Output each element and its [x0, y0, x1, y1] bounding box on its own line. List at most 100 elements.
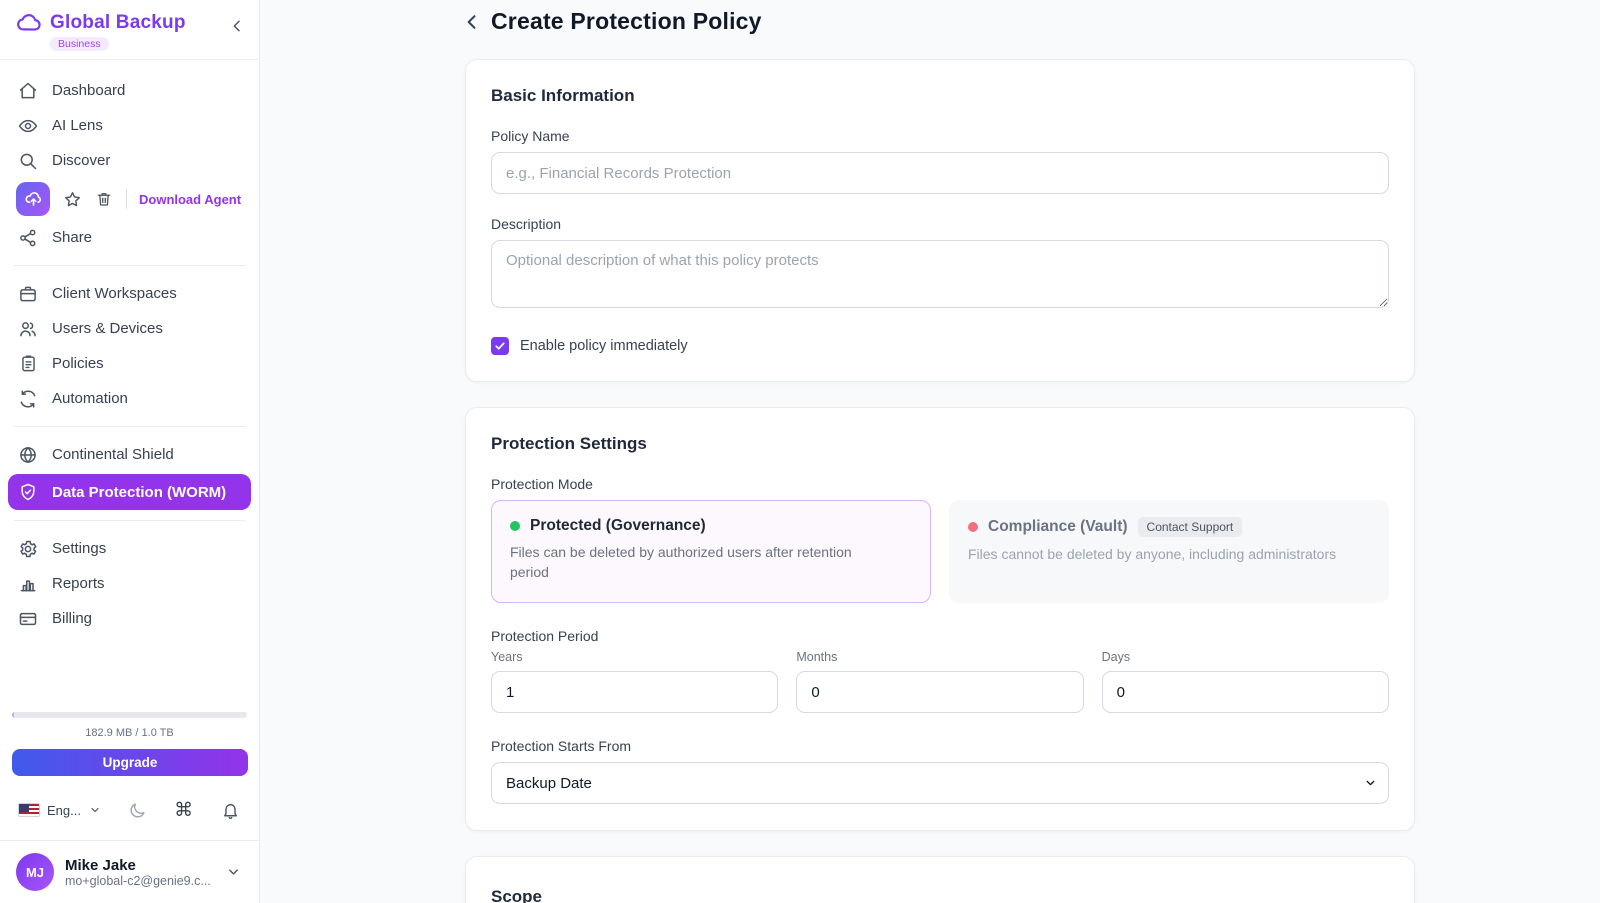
- star-icon[interactable]: [62, 189, 82, 209]
- mode-name: Compliance (Vault): [988, 518, 1128, 536]
- storage-usage-bar: [12, 712, 247, 718]
- utility-row: Eng... ⌘: [0, 794, 259, 826]
- storage-usage-text: 182.9 MB / 1.0 TB: [0, 727, 259, 739]
- description-textarea[interactable]: [491, 240, 1389, 308]
- avatar: MJ: [16, 853, 54, 891]
- cloud-logo-icon: [16, 10, 42, 36]
- eye-icon: [18, 116, 38, 136]
- sidebar-item-billing[interactable]: Billing: [0, 601, 259, 636]
- basic-information-card: Basic Information Policy Name Descriptio…: [465, 59, 1415, 382]
- days-input[interactable]: [1102, 671, 1389, 713]
- mode-name: Protected (Governance): [530, 517, 706, 535]
- language-selector[interactable]: Eng...: [18, 799, 102, 821]
- section-title: Scope: [491, 887, 1389, 903]
- sidebar-item-share[interactable]: Share: [0, 220, 259, 255]
- command-shortcuts-button[interactable]: ⌘: [173, 799, 195, 821]
- mode-option-compliance[interactable]: Compliance (Vault) Contact Support Files…: [949, 500, 1389, 603]
- sidebar-item-ai-lens[interactable]: AI Lens: [0, 108, 259, 143]
- enable-policy-checkbox[interactable]: [491, 337, 509, 355]
- sidebar-nav: Dashboard AI Lens Discover: [0, 60, 259, 636]
- sidebar-item-data-protection-worm[interactable]: Data Protection (WORM): [8, 474, 251, 510]
- years-input[interactable]: [491, 671, 778, 713]
- sidebar-item-label: Discover: [52, 152, 110, 169]
- sidebar-item-automation[interactable]: Automation: [0, 381, 259, 416]
- agent-actions-row: Download Agent: [0, 178, 259, 220]
- sidebar-item-users-devices[interactable]: Users & Devices: [0, 311, 259, 346]
- mode-description: Files cannot be deleted by anyone, inclu…: [968, 544, 1370, 564]
- sidebar-item-label: Data Protection (WORM): [52, 484, 226, 501]
- shield-check-icon: [18, 482, 38, 502]
- upgrade-button[interactable]: Upgrade: [12, 749, 248, 776]
- sidebar-item-label: Client Workspaces: [52, 285, 177, 302]
- user-name: Mike Jake: [65, 857, 211, 874]
- description-label: Description: [491, 216, 1389, 232]
- check-icon: [494, 340, 506, 352]
- page-title: Create Protection Policy: [491, 8, 762, 35]
- divider: [14, 265, 245, 266]
- enable-policy-row: Enable policy immediately: [491, 337, 1389, 355]
- days-label: Days: [1102, 650, 1389, 664]
- user-email: mo+global-c2@genie9.c...: [65, 874, 211, 888]
- chevron-down-icon: [226, 865, 241, 880]
- main-content: Create Protection Policy Basic Informati…: [260, 0, 1600, 903]
- trash-icon[interactable]: [94, 189, 114, 209]
- divider: [14, 426, 245, 427]
- bell-icon: [221, 801, 240, 820]
- briefcase-icon: [18, 284, 38, 304]
- red-status-dot: [968, 522, 978, 532]
- contact-support-badge: Contact Support: [1138, 517, 1243, 537]
- app-window: Global Backup Business Dashboard AI Lens: [0, 0, 1600, 903]
- mode-option-governance[interactable]: Protected (Governance) Files can be dele…: [491, 500, 931, 603]
- user-menu[interactable]: MJ Mike Jake mo+global-c2@genie9.c...: [0, 841, 259, 903]
- sidebar-item-dashboard[interactable]: Dashboard: [0, 73, 259, 108]
- plan-badge: Business: [50, 37, 109, 51]
- sidebar-item-label: Share: [52, 229, 92, 246]
- dark-mode-toggle[interactable]: [126, 799, 148, 821]
- sidebar-item-discover[interactable]: Discover: [0, 143, 259, 178]
- sidebar-item-label: Reports: [52, 575, 105, 592]
- protection-mode-label: Protection Mode: [491, 476, 1389, 492]
- sidebar-item-label: Users & Devices: [52, 320, 163, 337]
- sidebar-item-label: AI Lens: [52, 117, 103, 134]
- sidebar-header: Global Backup Business: [0, 0, 259, 60]
- command-icon: ⌘: [174, 799, 193, 822]
- protection-mode-options: Protected (Governance) Files can be dele…: [491, 500, 1389, 603]
- scope-card: Scope: [465, 856, 1415, 903]
- sidebar-item-label: Dashboard: [52, 82, 125, 99]
- green-status-dot: [510, 521, 520, 531]
- policy-name-input[interactable]: [491, 152, 1389, 194]
- credit-card-icon: [18, 609, 38, 629]
- search-icon: [18, 151, 38, 171]
- protection-settings-card: Protection Settings Protection Mode Prot…: [465, 407, 1415, 831]
- sidebar-item-label: Settings: [52, 540, 106, 557]
- sidebar-item-label: Automation: [52, 390, 128, 407]
- sidebar-item-label: Billing: [52, 610, 92, 627]
- sidebar: Global Backup Business Dashboard AI Lens: [0, 0, 260, 903]
- sidebar-item-label: Continental Shield: [52, 446, 174, 463]
- backup-agent-button[interactable]: [16, 182, 50, 216]
- months-input[interactable]: [796, 671, 1083, 713]
- sidebar-item-policies[interactable]: Policies: [0, 346, 259, 381]
- bar-chart-icon: [18, 574, 38, 594]
- sidebar-item-client-workspaces[interactable]: Client Workspaces: [0, 276, 259, 311]
- sidebar-item-reports[interactable]: Reports: [0, 566, 259, 601]
- divider: [14, 520, 245, 521]
- policy-name-label: Policy Name: [491, 128, 1389, 144]
- users-icon: [18, 319, 38, 339]
- clipboard-icon: [18, 354, 38, 374]
- years-label: Years: [491, 650, 778, 664]
- download-agent-link[interactable]: Download Agent: [139, 192, 241, 207]
- notifications-button[interactable]: [219, 799, 241, 821]
- protection-starts-from-label: Protection Starts From: [491, 738, 1389, 754]
- sidebar-item-continental-shield[interactable]: Continental Shield: [0, 437, 259, 472]
- sidebar-item-settings[interactable]: Settings: [0, 531, 259, 566]
- back-button[interactable]: [462, 12, 482, 32]
- months-label: Months: [796, 650, 1083, 664]
- gear-icon: [18, 539, 38, 559]
- protection-starts-from-select[interactable]: Backup Date: [491, 762, 1389, 804]
- section-title: Basic Information: [491, 86, 1389, 106]
- divider: [126, 189, 127, 209]
- language-label: Eng...: [47, 803, 81, 818]
- sidebar-collapse-button[interactable]: [229, 18, 245, 34]
- cloud-upload-icon: [24, 190, 43, 209]
